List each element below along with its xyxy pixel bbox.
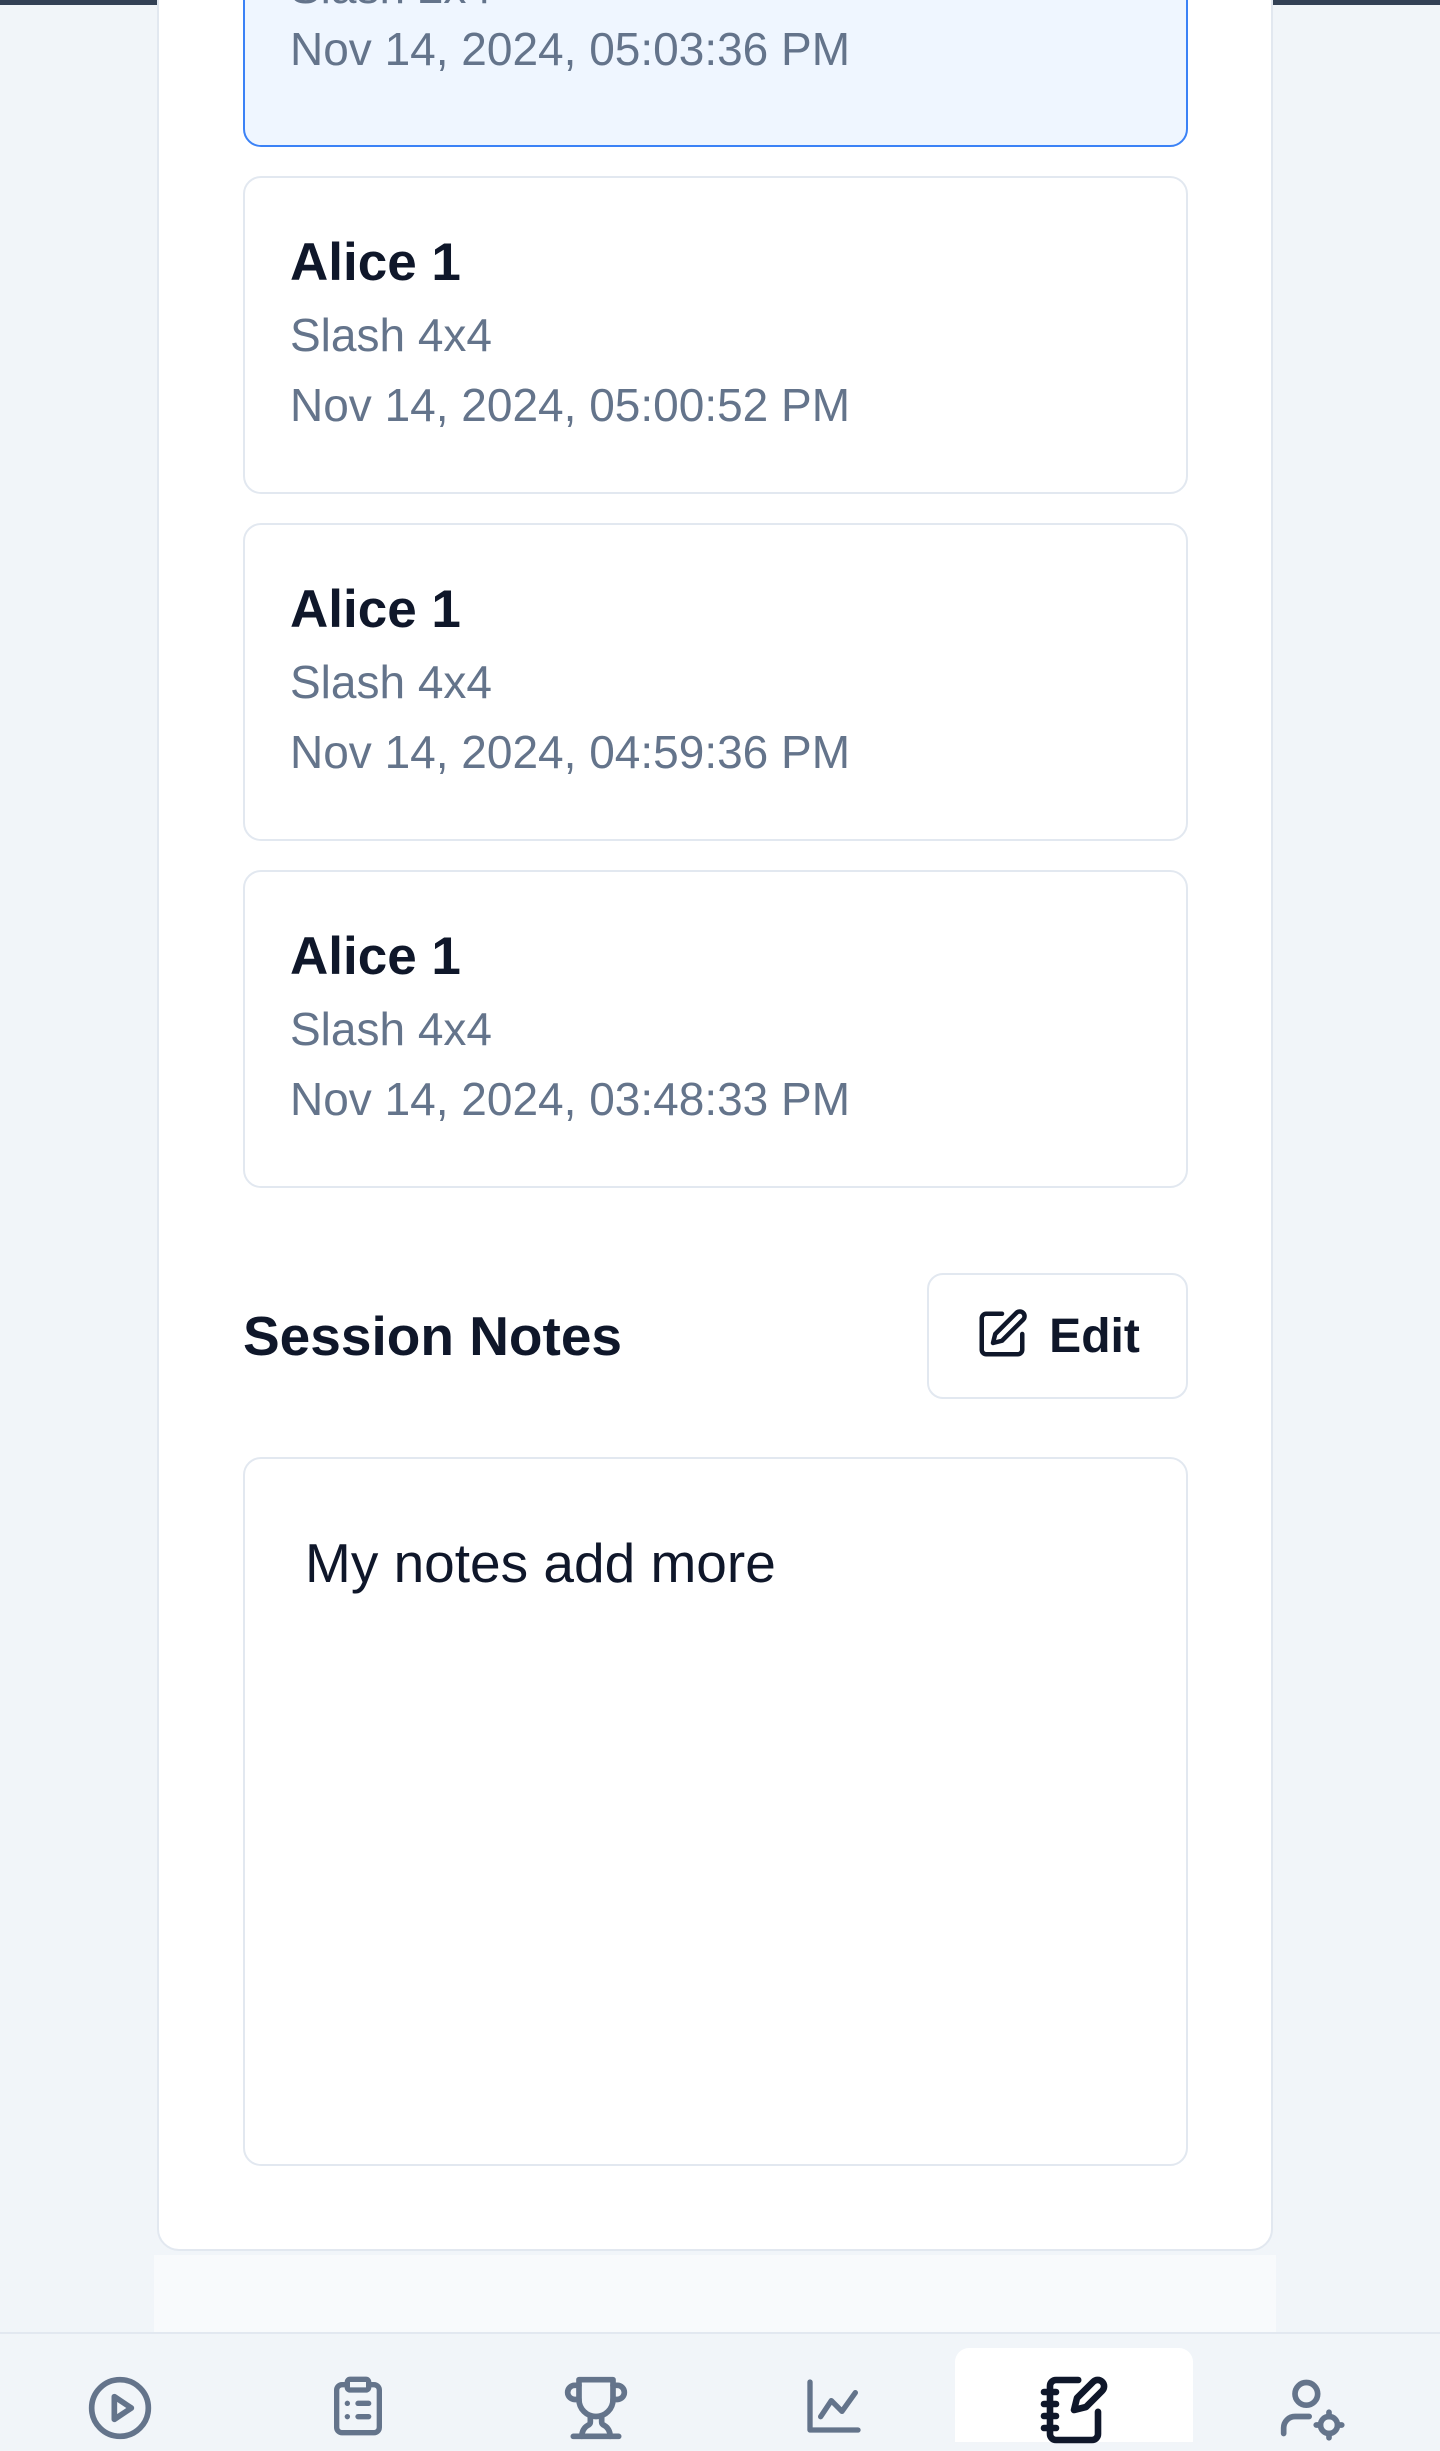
play-circle-icon xyxy=(86,2334,154,2442)
history-card-subtitle: Slash 4x4 xyxy=(290,656,493,708)
history-card[interactable]: Alice 1 Slash 4x4 Nov 14, 2024, 04:59:36… xyxy=(243,523,1188,841)
history-card-timestamp: Nov 14, 2024, 05:03:36 PM xyxy=(290,23,851,75)
edit-button-label: Edit xyxy=(1049,1309,1140,1363)
clipboard-list-icon xyxy=(326,2334,390,2442)
nav-item-notes[interactable] xyxy=(955,2348,1193,2444)
history-card-subtitle: Slash 2x4 xyxy=(290,0,492,14)
session-notes-heading: Session Notes xyxy=(243,1305,623,1367)
history-card[interactable]: Alice 1 Slash 4x4 Nov 14, 2024, 05:00:52… xyxy=(243,176,1188,494)
nav-item-play[interactable] xyxy=(1,2334,239,2442)
session-notes-text: My notes add more xyxy=(305,1532,776,1594)
edit-notes-button[interactable]: Edit xyxy=(927,1273,1188,1399)
history-card-title: Alice 1 xyxy=(290,580,461,639)
history-card-subtitle: Slash 4x4 xyxy=(290,1003,493,1055)
history-card-title: Alice 1 xyxy=(290,927,461,986)
trophy-icon xyxy=(562,2334,630,2442)
session-notes-box[interactable]: My notes add more xyxy=(243,1457,1188,2166)
nav-item-trophy[interactable] xyxy=(477,2334,715,2442)
history-card[interactable]: Alice 1 Slash 4x4 Nov 14, 2024, 03:48:33… xyxy=(243,870,1188,1188)
nav-item-profile-settings[interactable] xyxy=(1193,2334,1431,2442)
bottom-navigation xyxy=(0,2332,1440,2444)
panel-footer-strip xyxy=(154,2255,1276,2332)
line-chart-icon xyxy=(802,2334,866,2442)
history-card-timestamp: Nov 14, 2024, 03:48:33 PM xyxy=(290,1073,851,1125)
edit-icon xyxy=(975,1307,1029,1366)
history-card-selected[interactable]: Slash 2x4 Nov 14, 2024, 05:03:36 PM xyxy=(243,0,1188,147)
history-card-timestamp: Nov 14, 2024, 05:00:52 PM xyxy=(290,379,851,431)
history-card-timestamp: Nov 14, 2024, 04:59:36 PM xyxy=(290,726,851,778)
nav-item-tasks[interactable] xyxy=(239,2334,477,2442)
history-card-title: Alice 1 xyxy=(290,233,461,292)
nav-item-stats[interactable] xyxy=(715,2334,953,2442)
user-settings-icon xyxy=(1278,2334,1346,2442)
notebook-pen-icon xyxy=(1038,2348,1110,2444)
history-card-subtitle: Slash 4x4 xyxy=(290,309,493,361)
